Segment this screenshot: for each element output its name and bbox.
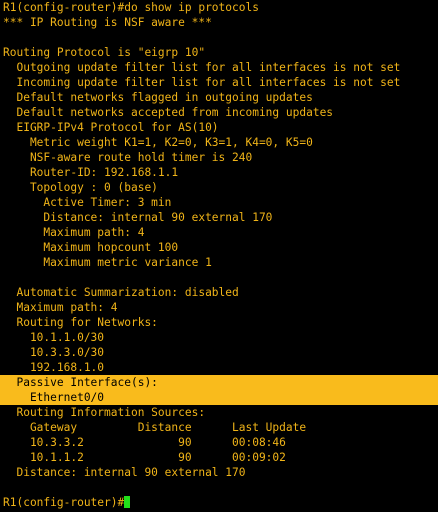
output-line: 10.3.3.2 90 00:08:46	[3, 436, 286, 449]
output-line: Maximum path: 4	[3, 226, 145, 239]
output-line: Router-ID: 192.168.1.1	[3, 166, 179, 179]
output-line: Gateway Distance Last Update	[3, 421, 307, 434]
output-line: Maximum metric variance 1	[3, 256, 212, 269]
output-line: Metric weight K1=1, K2=0, K3=1, K4=0, K5…	[3, 136, 313, 149]
output-line: Active Timer: 3 min	[3, 196, 172, 209]
passive-interface-highlight: Passive Interface(s):	[0, 375, 438, 390]
output-line: 192.168.1.0	[3, 361, 105, 374]
text-cursor	[124, 496, 131, 508]
output-line: Distance: internal 90 external 170	[3, 211, 273, 224]
output-line: Routing Information Sources:	[3, 406, 206, 419]
output-line: Automatic Summarization: disabled	[3, 286, 239, 299]
output-line: Incoming update filter list for all inte…	[3, 76, 401, 89]
output-line: EIGRP-IPv4 Protocol for AS(10)	[3, 121, 219, 134]
output-line: Default networks accepted from incoming …	[3, 106, 334, 119]
output-line: Routing Protocol is "eigrp 10"	[3, 46, 206, 59]
output-line: NSF-aware route hold timer is 240	[3, 151, 253, 164]
output-line: Routing for Networks:	[3, 316, 158, 329]
output-line: R1(config-router)#do show ip protocols	[3, 1, 259, 14]
output-line: Maximum hopcount 100	[3, 241, 179, 254]
output-line: Distance: internal 90 external 170	[3, 466, 246, 479]
command-prompt-line[interactable]: R1(config-router)#	[0, 495, 438, 510]
output-line: 10.1.1.0/30	[3, 331, 105, 344]
output-line: Topology : 0 (base)	[3, 181, 158, 194]
output-line: Default networks flagged in outgoing upd…	[3, 91, 313, 104]
command-prompt: R1(config-router)#	[3, 496, 125, 509]
passive-interface-highlight: Ethernet0/0	[0, 390, 438, 405]
output-line: *** IP Routing is NSF aware ***	[3, 16, 212, 29]
output-line: Maximum path: 4	[3, 301, 118, 314]
output-line: 10.1.1.2 90 00:09:02	[3, 451, 286, 464]
output-line: 10.3.3.0/30	[3, 346, 105, 359]
output-line: Outgoing update filter list for all inte…	[3, 61, 401, 74]
terminal-window[interactable]: R1(config-router)#do show ip protocols *…	[0, 0, 438, 512]
